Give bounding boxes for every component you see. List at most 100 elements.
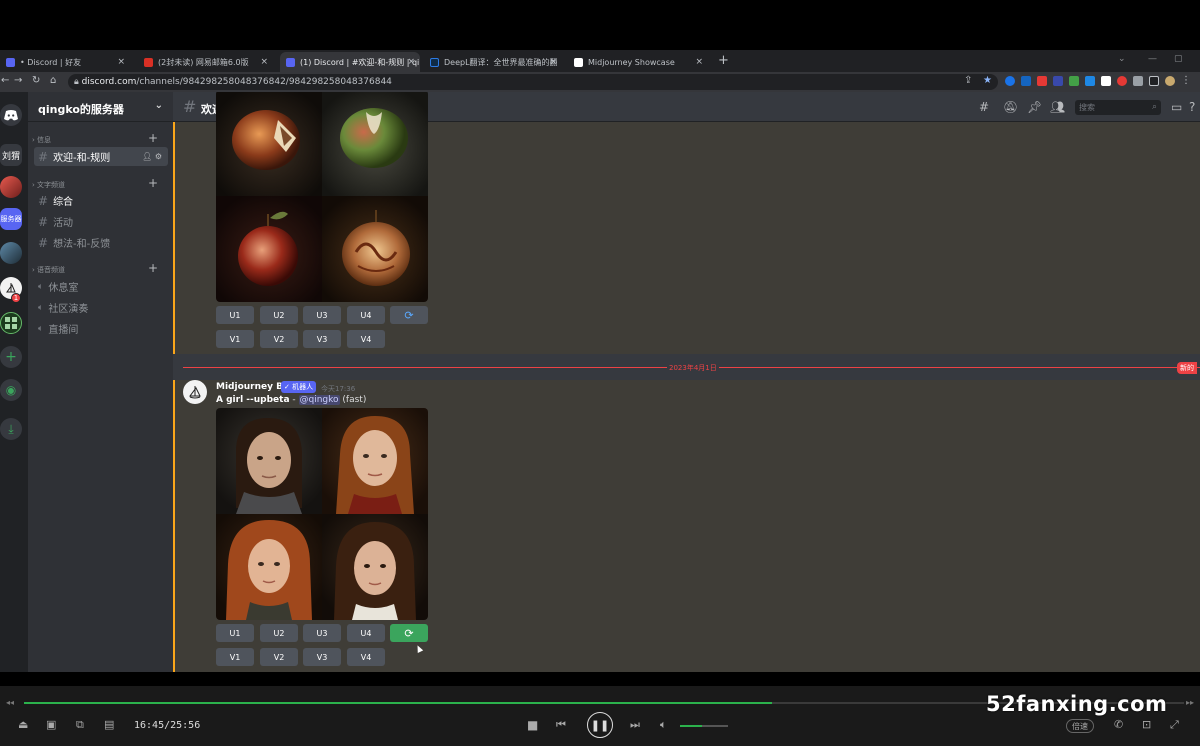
generated-image[interactable] <box>216 408 322 514</box>
generated-image[interactable] <box>216 92 322 196</box>
more-menu-icon[interactable]: ⋮ <box>1181 76 1191 86</box>
volume-icon[interactable]: 🔈︎ <box>660 718 667 732</box>
back-icon[interactable]: ← <box>1 75 9 86</box>
add-server-icon[interactable]: + <box>0 346 22 368</box>
screenshot-icon[interactable]: ⧉ <box>76 718 84 732</box>
pin-icon[interactable]: 📌︎ <box>1027 100 1042 114</box>
explore-compass-icon[interactable]: ◉ <box>0 379 22 401</box>
upscale-button-3[interactable]: U3 <box>303 306 341 324</box>
extension-icon[interactable] <box>1021 76 1031 86</box>
variation-button-3[interactable]: V3 <box>303 330 341 348</box>
server-header[interactable]: qingko的服务器 ⌄ <box>28 92 173 122</box>
variation-button-4[interactable]: V4 <box>347 648 385 666</box>
add-channel-icon[interactable]: + <box>148 176 158 190</box>
eject-icon[interactable]: ⏏ <box>18 718 28 731</box>
sidebar-toggle-icon[interactable] <box>1149 76 1159 86</box>
extension-icon[interactable] <box>1005 76 1015 86</box>
next-icon[interactable]: ⏭ <box>630 718 640 732</box>
channel-feedback[interactable]: # 想法-和-反馈 <box>34 233 168 252</box>
server-icon[interactable] <box>0 242 22 264</box>
image-grid-apples[interactable] <box>216 92 428 302</box>
download-apps-icon[interactable]: ⤓ <box>0 418 22 440</box>
variation-button-2[interactable]: V2 <box>260 648 298 666</box>
toolbox-icon[interactable]: ⊡ <box>1142 718 1151 731</box>
extension-icon[interactable] <box>1069 76 1079 86</box>
phone-icon[interactable]: ✆ <box>1114 718 1123 731</box>
extension-icon[interactable] <box>1101 76 1111 86</box>
generated-image[interactable] <box>322 196 428 302</box>
variation-button-3[interactable]: V3 <box>303 648 341 666</box>
forward-icon[interactable]: → <box>14 75 22 86</box>
reroll-button[interactable]: ⟳ <box>390 624 428 642</box>
upscale-button-2[interactable]: U2 <box>260 306 298 324</box>
member-list-icon[interactable]: 👥︎ <box>1050 100 1065 114</box>
user-mention[interactable]: @qingko <box>298 395 340 405</box>
pause-button[interactable]: ❚❚ <box>587 712 613 738</box>
upscale-button-1[interactable]: U1 <box>216 624 254 642</box>
close-tab-icon[interactable]: × <box>695 57 703 67</box>
maximize-icon[interactable]: ▢ <box>1174 54 1183 64</box>
voice-channel-lounge[interactable]: 🔈︎ 休息室 <box>34 277 168 296</box>
category-voice[interactable]: › 语音频道 + <box>32 261 158 275</box>
server-icon-active[interactable]: 服务器 <box>0 208 22 230</box>
browser-tab[interactable]: (2封未读) 网易邮箱6.0版 × <box>138 52 273 72</box>
channel-general[interactable]: # 综合 <box>34 191 168 210</box>
notification-bell-icon[interactable]: 🔕︎ <box>1003 100 1018 114</box>
server-icon[interactable] <box>0 312 22 334</box>
reload-icon[interactable]: ↻ <box>32 75 40 86</box>
browser-tab-active[interactable]: (1) Discord | #欢迎-和-规则 | qi × <box>280 52 420 72</box>
puzzle-extensions-icon[interactable] <box>1133 76 1143 86</box>
server-icon[interactable] <box>0 176 22 198</box>
voice-channel-community[interactable]: 🔈︎ 社区演奏 <box>34 298 168 317</box>
close-tab-icon[interactable]: × <box>260 57 268 67</box>
channel-events[interactable]: # 活动 <box>34 212 168 231</box>
speed-button[interactable]: 倍速 <box>1066 719 1094 733</box>
volume-slider[interactable] <box>680 725 728 727</box>
home-icon[interactable]: ⌂ <box>50 75 56 86</box>
variation-button-2[interactable]: V2 <box>260 330 298 348</box>
bookmark-star-icon[interactable]: ★ <box>983 75 992 86</box>
reroll-button[interactable]: ⟳ <box>390 306 428 324</box>
seek-back-icon[interactable]: ◂◂ <box>6 698 14 707</box>
channel-welcome-rules[interactable]: # 欢迎-和-规则 👤︎ ⚙ <box>34 147 168 166</box>
generated-image[interactable] <box>216 514 322 620</box>
upscale-button-2[interactable]: U2 <box>260 624 298 642</box>
avatar[interactable] <box>183 380 207 404</box>
threads-icon[interactable]: # <box>979 100 989 114</box>
close-tab-icon[interactable]: × <box>407 57 415 67</box>
close-tab-icon[interactable]: × <box>549 57 557 67</box>
share-icon[interactable]: ⇪ <box>964 75 972 86</box>
subtitle-icon[interactable]: ▤ <box>104 718 114 731</box>
seek-forward-icon[interactable]: ▸▸ <box>1186 698 1194 707</box>
close-tab-icon[interactable]: × <box>117 57 125 67</box>
variation-button-1[interactable]: V1 <box>216 648 254 666</box>
image-grid-girls[interactable] <box>216 408 428 620</box>
chevron-down-icon[interactable]: ⌄ <box>1118 54 1126 64</box>
upscale-button-4[interactable]: U4 <box>347 624 385 642</box>
generated-image[interactable] <box>216 196 322 302</box>
generated-image[interactable] <box>322 514 428 620</box>
help-icon[interactable]: ? <box>1189 100 1195 114</box>
variation-button-1[interactable]: V1 <box>216 330 254 348</box>
inbox-icon[interactable]: ▭ <box>1171 100 1182 114</box>
url-input[interactable]: 🔒︎ discord.com/channels/9842982580483768… <box>68 74 998 90</box>
server-icon[interactable]: 刘猬 <box>0 144 22 166</box>
browser-tab[interactable]: • Discord | 好友 × <box>0 52 130 72</box>
add-channel-icon[interactable]: + <box>148 261 158 275</box>
translate-extension-icon[interactable] <box>1053 76 1063 86</box>
category-info[interactable]: › 信息 + <box>32 131 158 145</box>
upscale-button-1[interactable]: U1 <box>216 306 254 324</box>
voice-channel-stream[interactable]: 🔈︎ 直播间 <box>34 319 168 338</box>
upscale-button-3[interactable]: U3 <box>303 624 341 642</box>
browser-tab[interactable]: Midjourney Showcase × <box>568 52 708 72</box>
browser-tab[interactable]: DeepL翻译：全世界最准确的翻 × <box>424 52 562 72</box>
new-tab-button[interactable]: + <box>718 53 729 68</box>
channel-settings-icon[interactable]: 👤︎ ⚙ <box>142 152 162 161</box>
add-channel-icon[interactable]: + <box>148 131 158 145</box>
previous-icon[interactable]: ⏮ <box>556 718 566 732</box>
generated-image[interactable] <box>322 92 428 196</box>
extension-icon[interactable] <box>1037 76 1047 86</box>
stop-icon[interactable]: ■ <box>527 718 538 732</box>
minimize-icon[interactable]: — <box>1148 54 1157 64</box>
extension-icon[interactable] <box>1117 76 1127 86</box>
